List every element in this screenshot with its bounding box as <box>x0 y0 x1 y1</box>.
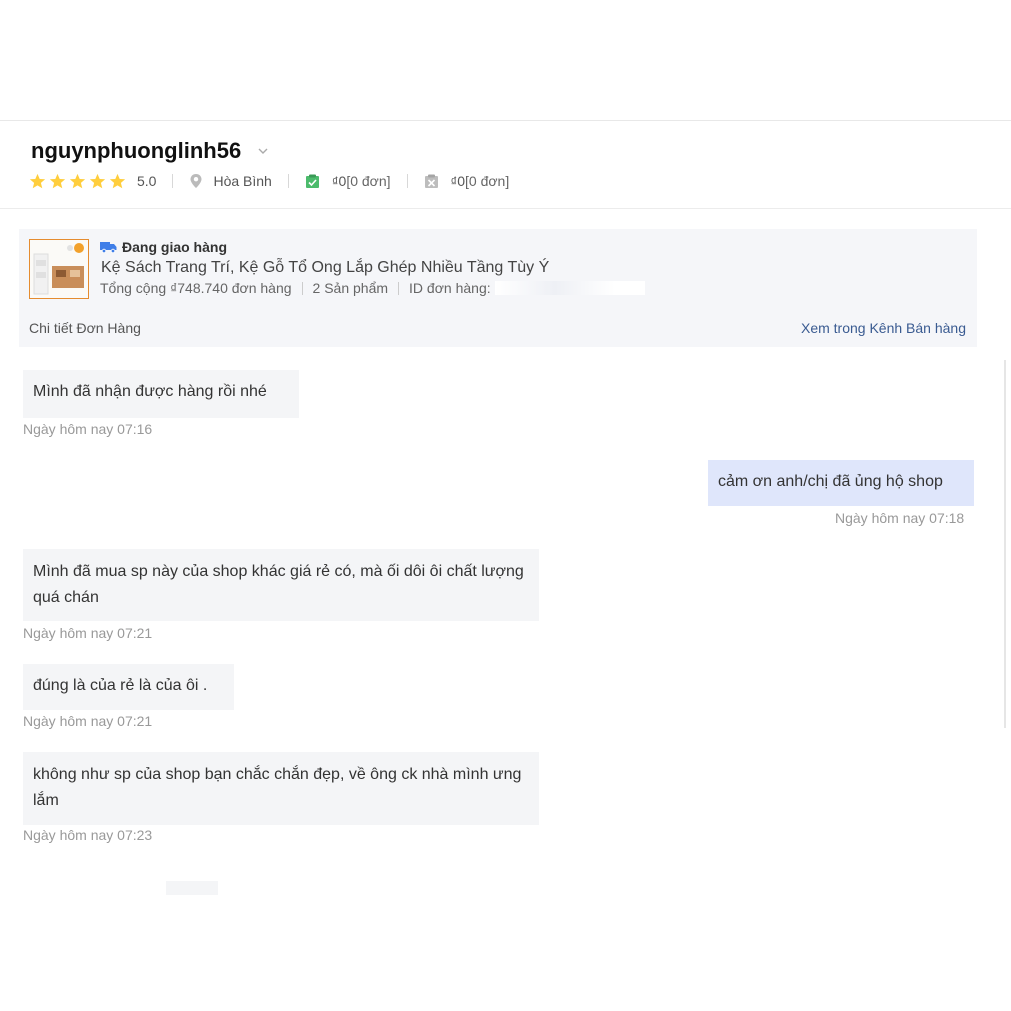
completed-order-icon <box>305 174 319 188</box>
star-icon <box>109 173 126 188</box>
order-detail-link[interactable]: Chi tiết Đơn Hàng <box>29 320 141 336</box>
cancelled-currency: ₫ <box>450 173 458 189</box>
divider <box>287 174 289 188</box>
chat-header <box>0 121 1011 209</box>
message-time: Ngày hôm nay 07:21 <box>23 625 153 641</box>
top-bar <box>0 0 1011 121</box>
star-icon <box>29 173 46 188</box>
rating-value: 5.0 <box>137 173 157 189</box>
order-id-redacted <box>494 281 645 295</box>
message-bubble-own: cảm ơn anh/chị đã ủng hộ shop <box>708 460 974 506</box>
completed-orders: [0 đơn] <box>346 173 391 189</box>
order-total-suffix: đơn hàng <box>231 280 292 296</box>
order-item-count: 2 Sản phẩm <box>312 280 389 296</box>
buyer-meta: 5.0 Hòa Bình ₫ 0 [0 đơn] ₫ 0 [0 đơn] <box>29 170 509 192</box>
message-time: Ngày hôm nay 07:18 <box>835 510 965 526</box>
order-total-label: Tổng cộng <box>100 280 167 296</box>
message-time: Ngày hôm nay 07:21 <box>23 713 153 729</box>
message-bubble: Mình đã mua sp này của shop khác giá rẻ … <box>23 549 539 621</box>
scrollbar[interactable] <box>1004 360 1006 728</box>
star-icon <box>69 173 86 188</box>
order-total: ₫748.740 <box>170 280 228 296</box>
order-card: Đang giao hàng Kệ Sách Trang Trí, Kệ Gỗ … <box>19 229 977 347</box>
product-image <box>30 240 88 298</box>
divider <box>398 281 400 295</box>
cancelled-amount: 0 <box>457 173 465 189</box>
message-bubble-partial <box>166 881 218 895</box>
message-bubble: đúng là của rẻ là của ôi . <box>23 664 234 710</box>
completed-amount: 0 <box>338 173 347 189</box>
chevron-down-icon[interactable] <box>258 146 268 156</box>
completed-currency: ₫ <box>331 173 339 189</box>
message-time: Ngày hôm nay 07:23 <box>23 827 153 843</box>
truck-icon <box>100 242 117 253</box>
message-bubble: Mình đã nhận được hàng rồi nhé <box>23 370 299 418</box>
product-thumbnail[interactable] <box>29 239 89 299</box>
location-pin-icon <box>190 174 202 188</box>
star-icon <box>89 173 106 188</box>
buyer-username[interactable]: nguynphuonglinh56 <box>31 138 241 164</box>
cancelled-orders: [0 đơn] <box>465 173 510 189</box>
buyer-location: Hòa Bình <box>213 173 272 189</box>
order-summary: Tổng cộng ₫748.740 đơn hàng 2 Sản phẩm I… <box>100 280 645 296</box>
view-in-seller-center-link[interactable]: Xem trong Kênh Bán hàng <box>801 320 966 336</box>
divider <box>301 281 303 295</box>
cancelled-order-icon <box>424 174 438 188</box>
message-time: Ngày hôm nay 07:16 <box>23 421 153 437</box>
order-id-label: ID đơn hàng: <box>409 280 491 296</box>
order-status: Đang giao hàng <box>100 239 227 255</box>
star-icon <box>49 173 66 188</box>
order-status-label: Đang giao hàng <box>122 239 227 255</box>
divider <box>406 174 408 188</box>
rating-stars <box>29 173 126 190</box>
divider <box>172 174 174 188</box>
message-bubble: không như sp của shop bạn chắc chắn đẹp,… <box>23 752 539 825</box>
product-name[interactable]: Kệ Sách Trang Trí, Kệ Gỗ Tổ Ong Lắp Ghép… <box>101 259 549 277</box>
